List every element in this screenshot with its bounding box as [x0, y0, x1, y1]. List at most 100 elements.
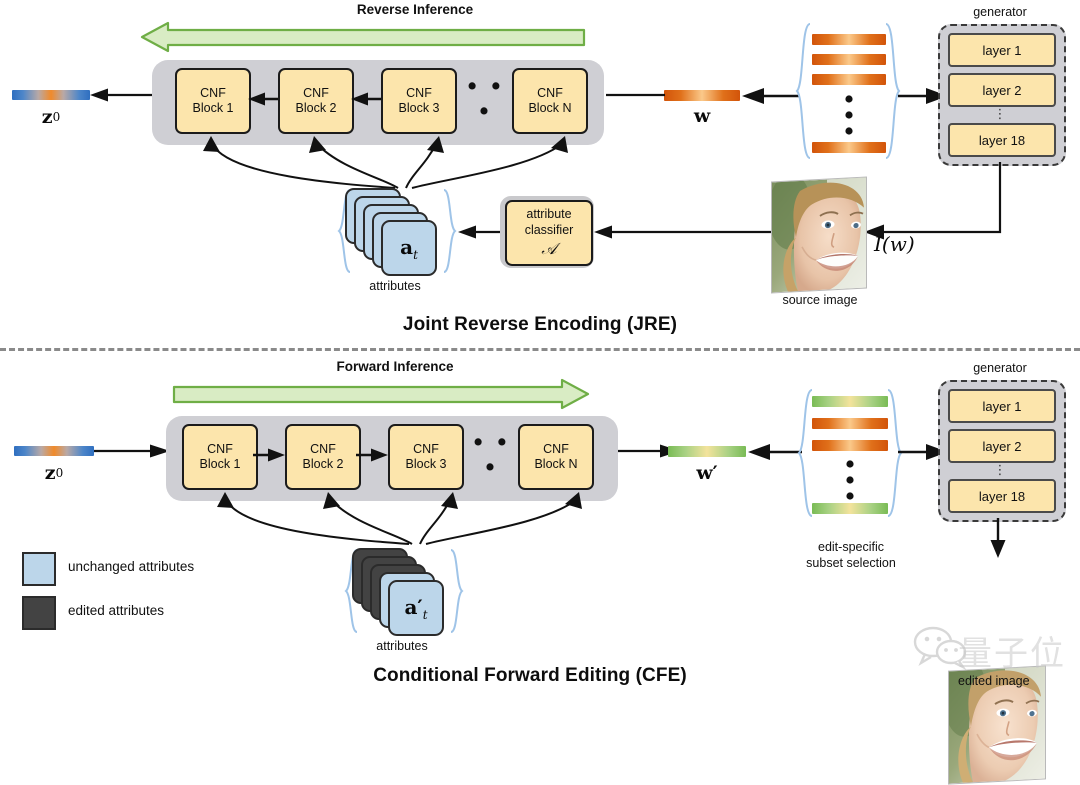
attribute-conditioning-arrows-top [150, 126, 610, 192]
arrow-wstack-to-w-top [740, 88, 802, 104]
arrow-generator-to-edited-image [988, 518, 1008, 560]
legend: unchanged attributes edited attributes [22, 548, 272, 638]
generator-layer-18-bottom[interactable]: layer 18 [948, 479, 1056, 513]
cnf-block-3-bottom[interactable]: CNF Block 3 [388, 424, 464, 490]
source-image-caption: source image [782, 293, 858, 307]
wplus-vertical-dots-top [812, 92, 886, 138]
edited-image-caption: edited image [958, 674, 1030, 688]
latent-w-bar-top [664, 90, 740, 101]
cnf-block-3-line2-bottom: Block 3 [405, 457, 447, 471]
cnf-block-n-top[interactable]: CNF Block N [512, 68, 588, 134]
forward-inference-arrow [172, 377, 590, 411]
wplus-row-top-3 [812, 74, 886, 85]
wplus-row-top-1 [812, 34, 886, 45]
attribute-symbol-sub-top: t [413, 247, 418, 262]
watermark-text: 量子位 [958, 634, 1066, 674]
subset-label-line1: edit-specific [818, 540, 884, 554]
arrow-image-to-classifier [592, 224, 782, 240]
generator-label-top: generator [973, 5, 1027, 19]
latent-w-label-top: w [693, 105, 711, 127]
cnf-block-3-line1-bottom: CNF [413, 442, 439, 457]
cnf-block-3-line1-top: CNF [406, 86, 432, 101]
attribute-symbol-top: at [400, 235, 418, 262]
section-divider [0, 348, 1080, 351]
wplus-row-top-last [812, 142, 886, 153]
arrow-container-to-z0-top [88, 87, 158, 103]
attributes-stack-top: at [345, 188, 451, 276]
generator-to-image-path-top [860, 162, 1010, 240]
latent-z0-label-bottom: z0 [14, 460, 94, 486]
source-image [771, 176, 867, 294]
legend-label-edited: edited attributes [68, 603, 165, 618]
arrow-classifier-to-attributes [456, 224, 502, 240]
attributes-label-top: attributes [369, 279, 421, 293]
arrow-subset-to-wprime [746, 444, 804, 460]
reverse-inference-label: Reverse Inference [356, 1, 474, 17]
z-symbol-top: z [41, 106, 53, 128]
wplus-row-top-2 [812, 54, 886, 65]
attribute-classifier[interactable]: attribute classifier 𝒜 [505, 200, 593, 266]
cnf-block-1-line2-bottom: Block 1 [199, 457, 241, 471]
cnf-block-1-top[interactable]: CNF Block 1 [175, 68, 251, 134]
cnf-block-1-line2-top: Block 1 [192, 101, 234, 115]
cnf-ellipsis-bottom: • • • [468, 430, 516, 480]
latent-z0-label-top: z0 [12, 104, 90, 130]
attribute-symbol-sub-bottom: t [422, 607, 428, 622]
arrow-w-to-container-top [604, 87, 666, 103]
attributes-label-bottom: attributes [376, 639, 428, 653]
cnf-block-1-line1-bottom: CNF [207, 442, 233, 457]
image-function-label-top: I(w) [874, 232, 915, 256]
forward-inference-label: Forward Inference [336, 358, 454, 374]
z-subscript-bottom: 0 [55, 466, 64, 480]
arrow-z0-to-container-bottom [94, 443, 172, 459]
attribute-card-bottom-5: a′t [388, 580, 444, 636]
latent-z0-bar-bottom [14, 446, 94, 456]
cnf-ellipsis-top: • • • [462, 74, 510, 124]
classifier-line1: attribute [526, 207, 572, 222]
attribute-card-top-5: at [381, 220, 437, 276]
cnf-block-1-line1-top: CNF [200, 86, 226, 101]
legend-swatch-unchanged [22, 552, 56, 586]
cnf-block-3-top[interactable]: CNF Block 3 [381, 68, 457, 134]
subset-vertical-dots [812, 458, 888, 502]
reverse-inference-arrow [140, 20, 586, 54]
classifier-symbol: 𝒜 [541, 238, 557, 258]
attribute-symbol-base-bottom: a′ [404, 594, 423, 619]
cfe-section-title: Conditional Forward Editing (CFE) [373, 665, 687, 686]
subset-selection-label: edit-specific subset selection [790, 540, 912, 576]
attribute-symbol-base-top: a [400, 234, 414, 259]
cnf-block-n-line2-top: Block N [528, 101, 572, 115]
cnf-block-n-line1-bottom: CNF [543, 442, 569, 457]
generator-ellipsis-top: ⋮ [993, 105, 1007, 121]
generator-ellipsis-bottom: ⋮ [993, 461, 1007, 477]
cnf-block-3-line2-top: Block 3 [398, 101, 440, 115]
subset-label-line2: subset selection [806, 555, 896, 570]
subset-row-3 [812, 440, 888, 451]
generator-layer-1-bottom[interactable]: layer 1 [948, 389, 1056, 423]
generator-layer-1-top[interactable]: layer 1 [948, 33, 1056, 67]
cnf-block-n-line2-bottom: Block N [534, 457, 578, 471]
generator-layer-2-bottom[interactable]: layer 2 [948, 429, 1056, 463]
attribute-symbol-bottom: a′t [404, 595, 427, 622]
subset-row-last [812, 503, 888, 514]
subset-row-2 [812, 418, 888, 429]
cnf-interblock-arrows-top [246, 91, 386, 107]
subset-row-1 [812, 396, 888, 407]
z-subscript-top: 0 [52, 110, 61, 124]
legend-swatch-edited [22, 596, 56, 630]
jre-section-title: Joint Reverse Encoding (JRE) [402, 314, 678, 335]
legend-label-unchanged: unchanged attributes [68, 559, 195, 574]
attribute-conditioning-arrows-bottom [164, 482, 624, 548]
classifier-line2: classifier [524, 223, 574, 237]
latent-z0-bar-top [12, 90, 90, 100]
cnf-block-n-line1-top: CNF [537, 86, 563, 101]
generator-layer-18-top[interactable]: layer 18 [948, 123, 1056, 157]
generator-label-bottom: generator [973, 361, 1027, 375]
generator-layer-2-top[interactable]: layer 2 [948, 73, 1056, 107]
attributes-stack-bottom: a′t [352, 548, 458, 636]
latent-wprime-bar [668, 446, 746, 457]
cnf-block-1-bottom[interactable]: CNF Block 1 [182, 424, 258, 490]
cnf-interblock-arrows-bottom [253, 447, 393, 463]
cnf-block-n-bottom[interactable]: CNF Block N [518, 424, 594, 490]
latent-wprime-label: w′ [696, 462, 718, 484]
